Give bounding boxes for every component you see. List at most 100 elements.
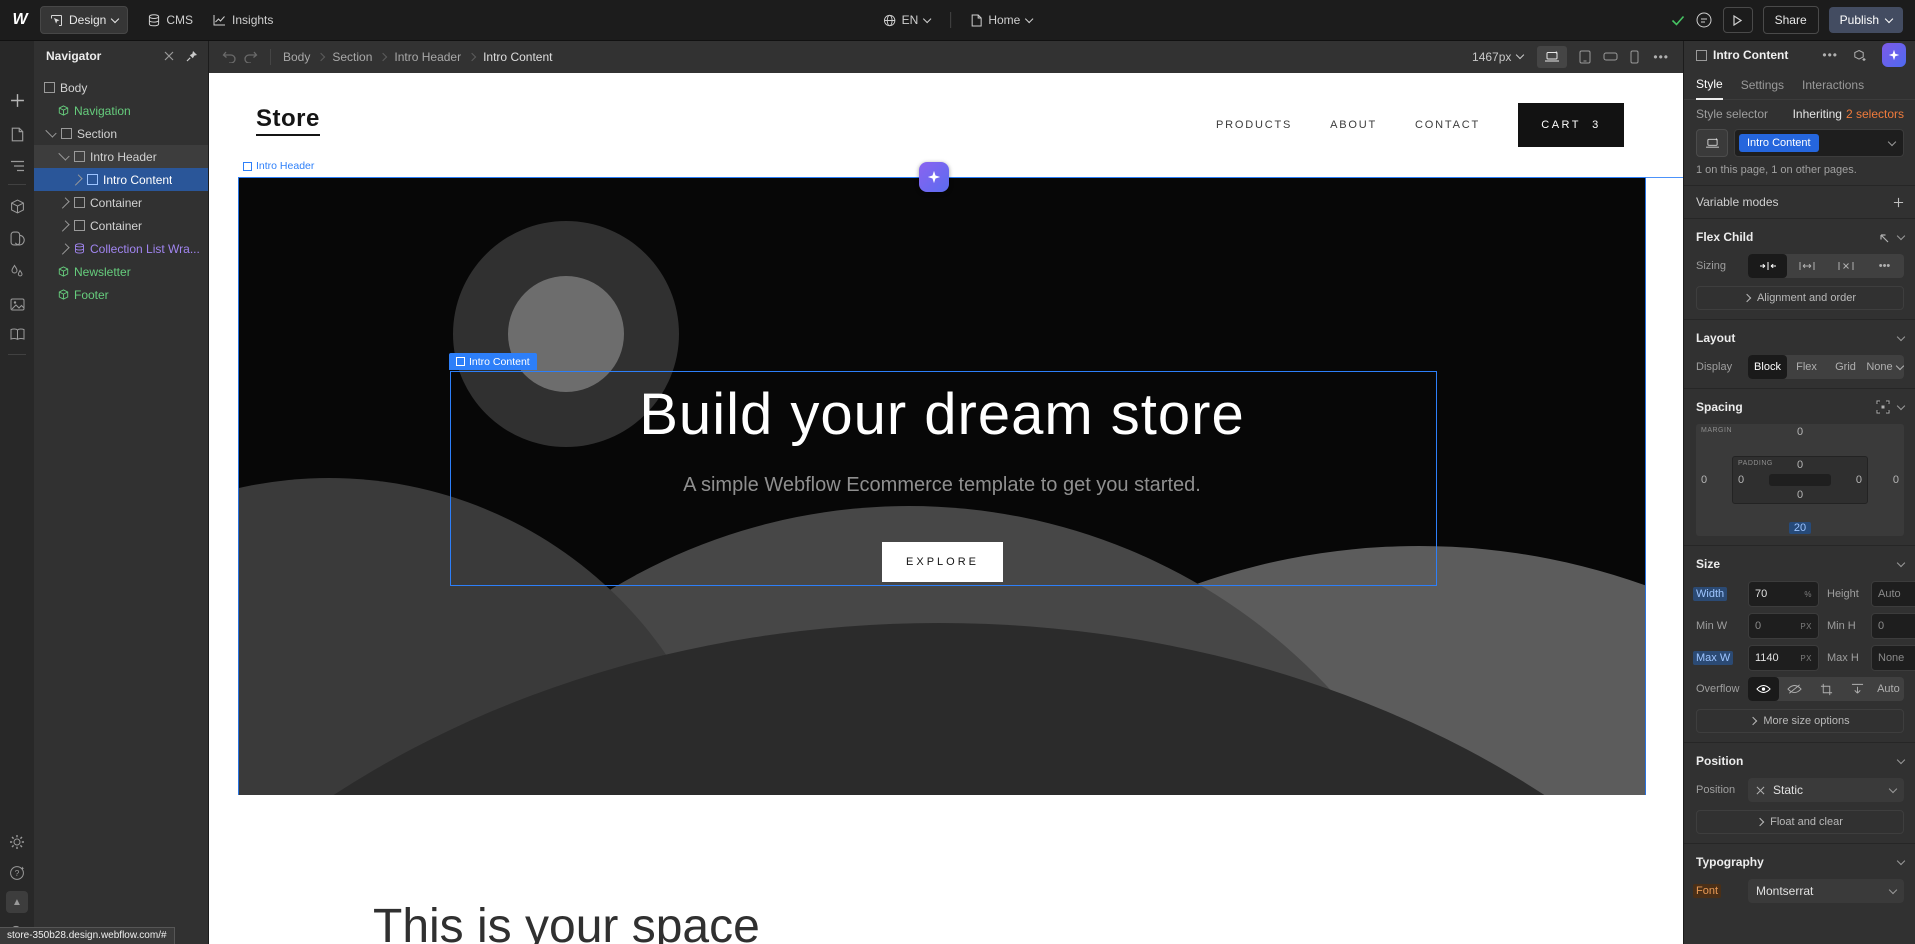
tab-settings[interactable]: Settings bbox=[1741, 70, 1784, 99]
sizing-grow-option[interactable] bbox=[1787, 254, 1826, 278]
breadcrumb-section[interactable]: Section bbox=[332, 50, 372, 64]
overflow-auto-option[interactable]: Auto bbox=[1873, 677, 1904, 701]
overflow-visible-option[interactable] bbox=[1748, 677, 1779, 701]
ai-assistant-button[interactable] bbox=[1882, 43, 1906, 67]
overflow-clip-option[interactable] bbox=[1810, 677, 1841, 701]
navigator-item-navigation[interactable]: Navigation bbox=[34, 99, 208, 122]
tab-style[interactable]: Style bbox=[1696, 69, 1723, 100]
collapse-section-icon[interactable] bbox=[1897, 755, 1905, 763]
collapse-section-icon[interactable] bbox=[1897, 856, 1905, 864]
components-icon[interactable] bbox=[0, 196, 34, 216]
comments-icon[interactable] bbox=[1695, 11, 1713, 29]
sizing-none-option[interactable] bbox=[1826, 254, 1865, 278]
intro-header-section[interactable]: Build your dream store A simple Webflow … bbox=[238, 177, 1646, 797]
viewport-width-dropdown[interactable]: 1467px bbox=[1472, 50, 1523, 64]
create-component-icon[interactable] bbox=[1853, 49, 1867, 62]
width-input[interactable]: 70% bbox=[1748, 581, 1819, 607]
next-section[interactable]: This is your space bbox=[208, 795, 1683, 944]
insights-button[interactable]: Insights bbox=[203, 7, 283, 33]
inheriting-count[interactable]: 2 selectors bbox=[1846, 107, 1904, 121]
libraries-icon[interactable] bbox=[0, 324, 34, 344]
breakpoint-phone-landscape[interactable] bbox=[1603, 52, 1618, 61]
clear-icon[interactable] bbox=[1756, 786, 1765, 795]
navigator-item-newsletter[interactable]: Newsletter bbox=[34, 260, 208, 283]
navigator-item-section[interactable]: Section bbox=[34, 122, 208, 145]
share-button[interactable]: Share bbox=[1763, 6, 1819, 34]
overflow-scroll-option[interactable] bbox=[1842, 677, 1873, 701]
min-h-input[interactable]: 0PX bbox=[1871, 613, 1915, 639]
add-elements-icon[interactable] bbox=[0, 90, 34, 110]
font-dropdown[interactable]: Montserrat bbox=[1748, 879, 1904, 903]
min-w-unit[interactable]: PX bbox=[1800, 622, 1812, 631]
navigator-item-collection-list[interactable]: Collection List Wra... bbox=[34, 237, 208, 260]
style-manager-icon[interactable] bbox=[0, 228, 34, 248]
help-icon[interactable]: ? bbox=[0, 862, 34, 882]
collapse-section-icon[interactable] bbox=[1897, 231, 1905, 239]
position-dropdown[interactable]: Static bbox=[1748, 778, 1904, 802]
locale-switcher[interactable]: EN bbox=[873, 7, 941, 33]
webflow-logo[interactable]: W bbox=[0, 11, 40, 29]
intro-content-tag[interactable]: Intro Content bbox=[449, 353, 537, 370]
collapse-section-icon[interactable] bbox=[1897, 401, 1905, 409]
sizing-shrink-option[interactable] bbox=[1748, 254, 1787, 278]
pin-icon[interactable] bbox=[186, 50, 198, 62]
padding-bottom-value[interactable]: 0 bbox=[1733, 489, 1867, 501]
nav-link-about[interactable]: ABOUT bbox=[1330, 119, 1377, 131]
display-grid-option[interactable]: Grid bbox=[1826, 355, 1865, 379]
more-size-options-button[interactable]: More size options bbox=[1696, 709, 1904, 733]
max-w-unit[interactable]: PX bbox=[1800, 654, 1812, 663]
tab-interactions[interactable]: Interactions bbox=[1802, 70, 1864, 99]
display-block-option[interactable]: Block bbox=[1748, 355, 1787, 379]
variables-icon[interactable] bbox=[0, 261, 34, 281]
padding-top-value[interactable]: 0 bbox=[1733, 459, 1867, 471]
more-options-icon[interactable]: ••• bbox=[1653, 50, 1669, 64]
cart-button[interactable]: CART 3 bbox=[1518, 103, 1624, 147]
next-section-heading[interactable]: This is your space bbox=[373, 899, 760, 944]
add-variable-mode-icon[interactable] bbox=[1893, 197, 1904, 208]
navigator-item-body[interactable]: Body bbox=[34, 76, 208, 99]
navigator-item-footer[interactable]: Footer bbox=[34, 283, 208, 306]
breakpoint-tablet[interactable] bbox=[1579, 50, 1591, 64]
breadcrumb-intro-header[interactable]: Intro Header bbox=[394, 50, 461, 64]
max-w-input[interactable]: 1140PX bbox=[1748, 645, 1819, 671]
alignment-and-order-button[interactable]: Alignment and order bbox=[1696, 286, 1904, 310]
intro-header-tag[interactable]: Intro Header bbox=[243, 160, 314, 172]
overflow-hidden-option[interactable] bbox=[1779, 677, 1810, 701]
navigator-icon[interactable] bbox=[0, 156, 34, 176]
class-pill[interactable]: Intro Content bbox=[1739, 134, 1819, 152]
margin-top-value[interactable]: 0 bbox=[1696, 426, 1904, 438]
padding-left-value[interactable]: 0 bbox=[1738, 474, 1744, 486]
publish-button[interactable]: Publish bbox=[1829, 7, 1903, 33]
breadcrumb-body[interactable]: Body bbox=[283, 50, 310, 64]
design-mode-button[interactable]: Design bbox=[40, 6, 128, 34]
float-and-clear-button[interactable]: Float and clear bbox=[1696, 810, 1904, 834]
margin-right-value[interactable]: 0 bbox=[1893, 474, 1899, 486]
margin-bottom-highlight[interactable]: 20 bbox=[1789, 522, 1811, 534]
breakpoint-desktop-active[interactable] bbox=[1537, 46, 1567, 68]
nav-link-contact[interactable]: CONTACT bbox=[1415, 119, 1480, 131]
navigator-item-intro-content[interactable]: Intro Content bbox=[34, 168, 208, 191]
max-h-input[interactable]: None- bbox=[1871, 645, 1915, 671]
preview-button[interactable] bbox=[1723, 7, 1753, 33]
margin-left-value[interactable]: 0 bbox=[1701, 474, 1707, 486]
cms-button[interactable]: CMS bbox=[138, 7, 203, 33]
navigator-item-container-1[interactable]: Container bbox=[34, 191, 208, 214]
min-w-input[interactable]: 0PX bbox=[1748, 613, 1819, 639]
undo-icon[interactable] bbox=[222, 50, 237, 63]
add-section-button[interactable] bbox=[919, 162, 949, 192]
assets-icon[interactable] bbox=[0, 294, 34, 314]
height-input[interactable]: Auto- bbox=[1871, 581, 1915, 607]
nav-link-products[interactable]: PRODUCTS bbox=[1216, 119, 1292, 131]
settings-icon[interactable] bbox=[0, 832, 34, 852]
breakpoint-indicator-button[interactable] bbox=[1696, 129, 1728, 157]
page-switcher[interactable]: Home bbox=[961, 7, 1042, 33]
collapse-section-icon[interactable] bbox=[1897, 332, 1905, 340]
margin-bottom-value[interactable]: 20 bbox=[1696, 522, 1904, 534]
breadcrumb-intro-content[interactable]: Intro Content bbox=[483, 50, 552, 64]
element-options-icon[interactable]: ••• bbox=[1822, 48, 1838, 62]
display-none-option[interactable]: None bbox=[1865, 355, 1904, 379]
class-selector-input[interactable]: Intro Content bbox=[1734, 129, 1904, 157]
display-flex-option[interactable]: Flex bbox=[1787, 355, 1826, 379]
width-unit[interactable]: % bbox=[1804, 590, 1812, 599]
collapse-section-icon[interactable] bbox=[1897, 558, 1905, 566]
